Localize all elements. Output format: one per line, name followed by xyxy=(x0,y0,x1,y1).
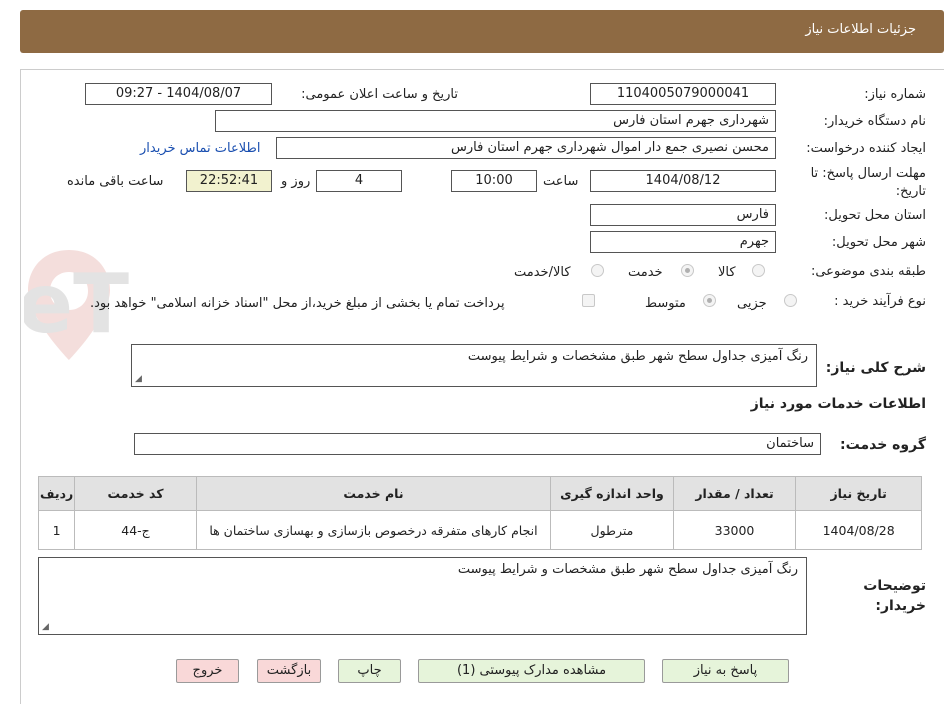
treasury-checkbox[interactable] xyxy=(582,294,595,307)
cell-service-code: ج-44 xyxy=(74,510,197,550)
announce-datetime-label: تاریخ و ساعت اعلان عمومی: xyxy=(301,87,458,102)
cell-quantity: 33000 xyxy=(672,510,797,550)
remaining-time-field: 22:52:41 xyxy=(186,170,272,192)
province-label: استان محل تحویل: xyxy=(824,208,926,223)
category-radio-goods[interactable] xyxy=(752,264,765,277)
page-title: جزئيات اطلاعات نياز xyxy=(805,22,916,37)
remaining-time-label: ساعت باقی مانده xyxy=(67,174,164,189)
cell-service-name: انجام کارهای متفرقه درخصوص بازسازی و بهس… xyxy=(195,510,552,550)
col-need-date: تاریخ نیاز xyxy=(795,476,922,511)
reply-button[interactable]: پاسخ به نیاز xyxy=(662,659,789,683)
table-row[interactable]: 1404/08/28 33000 مترطول انجام کارهای متف… xyxy=(37,510,922,550)
back-button[interactable]: بازگشت xyxy=(257,659,321,683)
announce-datetime-field[interactable]: 1404/08/07 - 09:27 xyxy=(85,83,272,105)
page-header: جزئيات اطلاعات نياز xyxy=(20,10,944,53)
cell-need-date: 1404/08/28 xyxy=(795,510,922,550)
need-number-field[interactable]: 1104005079000041 xyxy=(590,83,776,105)
col-service-name: نام خدمت xyxy=(195,476,552,511)
need-number-label: شماره نیاز: xyxy=(864,87,926,102)
category-label: طبقه بندی موضوعی: xyxy=(810,264,926,279)
col-service-code: کد خدمت xyxy=(74,476,197,511)
buyer-notes-text: رنگ آمیزی جداول سطح شهر طبق مشخصات و شرا… xyxy=(457,562,798,577)
services-section-title: اطلاعات خدمات مورد نیاز xyxy=(750,396,926,412)
treasury-note: پرداخت تمام یا بخشی از مبلغ خرید،از محل … xyxy=(90,296,505,311)
exit-button[interactable]: خروج xyxy=(176,659,239,683)
buyer-contact-link[interactable]: اطلاعات تماس خریدار xyxy=(140,141,260,156)
process-option-medium: متوسط xyxy=(645,296,686,311)
view-attachments-button[interactable]: مشاهده مدارک پیوستی (1) xyxy=(418,659,645,683)
days-field[interactable]: 4 xyxy=(316,170,402,192)
service-group-field[interactable]: ساختمان xyxy=(134,433,821,455)
print-button[interactable]: چاپ xyxy=(338,659,401,683)
days-label: روز و xyxy=(281,174,311,189)
buyer-org-label: نام دستگاه خریدار: xyxy=(823,114,926,129)
category-radio-service[interactable] xyxy=(681,264,694,277)
province-field[interactable]: فارس xyxy=(590,204,776,226)
summary-label: شرح کلی نیاز: xyxy=(825,360,926,376)
buyer-notes-textarea[interactable]: رنگ آمیزی جداول سطح شهر طبق مشخصات و شرا… xyxy=(38,557,807,635)
requester-field[interactable]: محسن نصیری جمع دار اموال شهرداری جهرم اس… xyxy=(276,137,776,159)
cell-unit: مترطول xyxy=(550,510,674,550)
process-radio-minor[interactable] xyxy=(784,294,797,307)
category-radio-goods-service[interactable] xyxy=(591,264,604,277)
city-label: شهر محل تحویل: xyxy=(831,235,926,250)
deadline-time-label: ساعت xyxy=(543,174,579,189)
table-header-row: تاریخ نیاز تعداد / مقدار واحد اندازه گیر… xyxy=(37,476,922,511)
process-label: نوع فرآیند خرید : xyxy=(834,294,926,309)
deadline-label: مهلت ارسال پاسخ: تا تاریخ: xyxy=(810,166,926,199)
cell-row-number: 1 xyxy=(37,510,76,550)
process-option-minor: جزیی xyxy=(737,296,767,311)
resize-grip-icon[interactable]: ◢ xyxy=(42,622,49,632)
buyer-notes-label: توضیحات خریدار: xyxy=(863,578,926,614)
city-field[interactable]: جهرم xyxy=(590,231,776,253)
service-group-label: گروه خدمت: xyxy=(840,437,926,453)
col-row-number: ردیف xyxy=(37,476,76,511)
category-option-goods-service: کالا/خدمت xyxy=(514,265,571,280)
buyer-org-field[interactable]: شهرداری جهرم استان فارس xyxy=(215,110,776,132)
category-option-service: خدمت xyxy=(628,265,663,280)
deadline-date-field[interactable]: 1404/08/12 xyxy=(590,170,776,192)
summary-text: رنگ آمیزی جداول سطح شهر طبق مشخصات و شرا… xyxy=(467,349,808,364)
col-unit: واحد اندازه گیری xyxy=(550,476,674,511)
requester-label: ایجاد کننده درخواست: xyxy=(806,141,926,156)
resize-grip-icon[interactable]: ◢ xyxy=(135,374,142,384)
col-quantity: تعداد / مقدار xyxy=(672,476,797,511)
deadline-time-field[interactable]: 10:00 xyxy=(451,170,537,192)
services-table: تاریخ نیاز تعداد / مقدار واحد اندازه گیر… xyxy=(37,476,922,550)
process-radio-medium[interactable] xyxy=(703,294,716,307)
category-option-goods: کالا xyxy=(718,265,736,280)
summary-textarea[interactable]: رنگ آمیزی جداول سطح شهر طبق مشخصات و شرا… xyxy=(131,344,817,387)
